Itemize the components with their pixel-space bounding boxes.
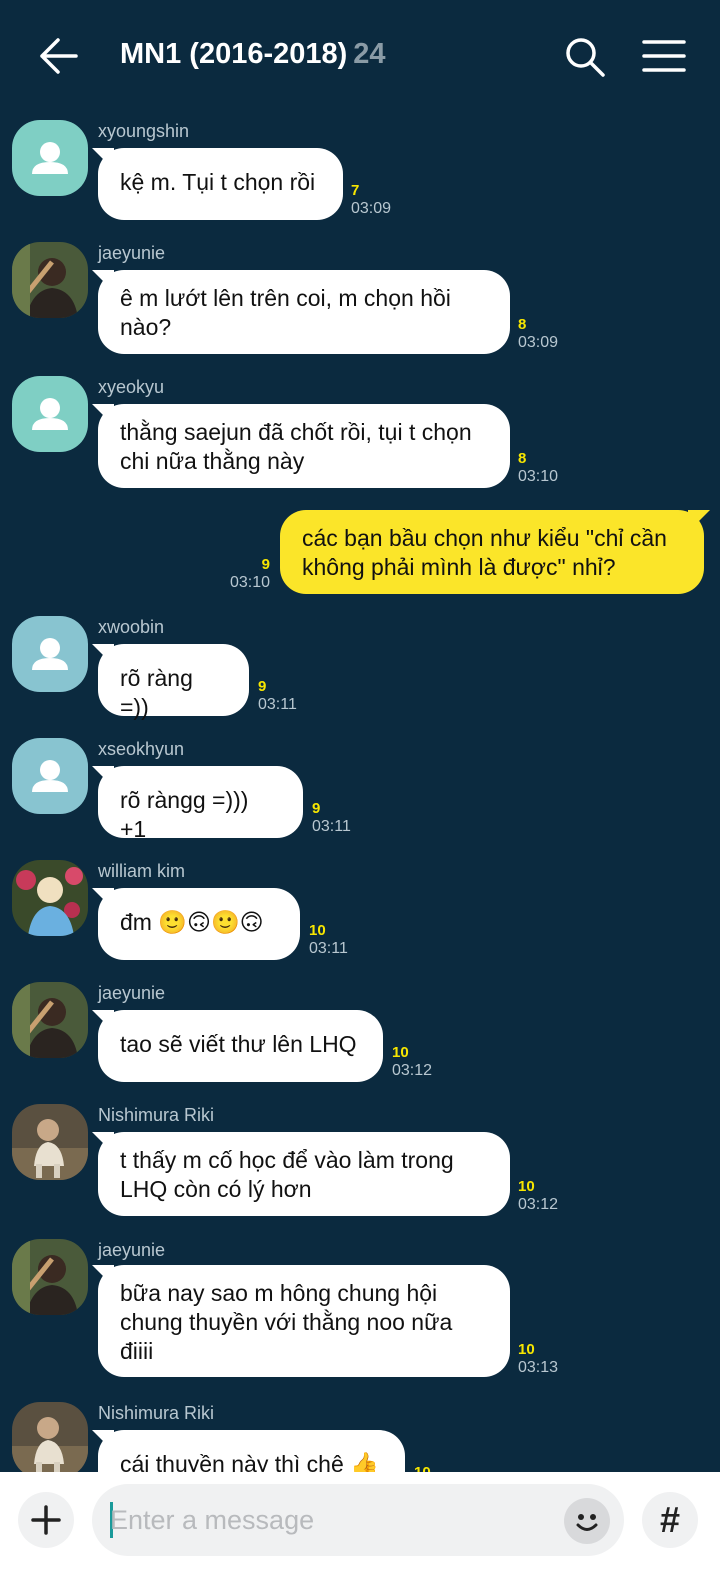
- member-count: 24: [353, 38, 386, 70]
- message-time: 03:09: [351, 200, 392, 217]
- message-meta: 8 03:09: [518, 316, 558, 352]
- message-time: 03:12: [392, 1062, 433, 1079]
- message-time: 03:12: [518, 1196, 559, 1213]
- message-row: xwoobin rõ ràng =)) 9 03:11: [0, 614, 720, 724]
- plus-icon[interactable]: [18, 1492, 74, 1548]
- message-time: 03:10: [229, 574, 270, 591]
- message-meta: 10 03:13: [518, 1341, 558, 1377]
- avatar[interactable]: [12, 242, 88, 318]
- avatar[interactable]: [12, 982, 88, 1058]
- message-meta: 10: [414, 1464, 431, 1472]
- message-list[interactable]: xyoungshin kệ m. Tụi t chọn rồi 7 03:09 …: [0, 112, 720, 1472]
- unread-count: 10: [518, 1178, 535, 1195]
- message-row: Nishimura Riki t thấy m cố học để vào là…: [0, 1102, 720, 1222]
- unread-count: 10: [414, 1464, 431, 1472]
- sender-name: xyeokyu: [98, 377, 165, 397]
- message-meta: 9 03:11: [312, 800, 351, 836]
- message-bubble[interactable]: tao sẽ viết thư lên LHQ: [98, 1010, 383, 1082]
- unread-count: 8: [518, 316, 527, 333]
- unread-count: 10: [518, 1341, 535, 1358]
- message-time: 03:11: [258, 696, 297, 713]
- message-time: 03:09: [518, 334, 559, 351]
- avatar[interactable]: [12, 1104, 88, 1180]
- sender-name: jaeyunie: [98, 983, 166, 1003]
- message-row: xyeokyu thằng saejun đã chốt rồi, tụi t …: [0, 374, 720, 494]
- avatar[interactable]: [12, 376, 88, 452]
- avatar[interactable]: [12, 738, 88, 814]
- message-row: xyoungshin kệ m. Tụi t chọn rồi 7 03:09: [0, 118, 720, 228]
- message-meta: 9 03:11: [258, 678, 297, 714]
- message-bubble-mine[interactable]: các bạn bầu chọn như kiểu "chỉ cần không…: [280, 510, 704, 594]
- message-row: jaeyunie bữa nay sao m hông chung hội ch…: [0, 1237, 720, 1387]
- message-row: jaeyunie tao sẽ viết thư lên LHQ 10 03:1…: [0, 980, 720, 1090]
- message-bubble[interactable]: đm 🙂🙃🙂🙃: [98, 888, 300, 960]
- unread-count: 7: [351, 182, 360, 199]
- unread-count: 8: [518, 450, 527, 467]
- unread-count: 9: [258, 678, 267, 695]
- message-meta: 9 03:10: [226, 556, 270, 592]
- chat-header: MN1 (2016-2018) 24: [0, 0, 720, 112]
- message-row-mine: các bạn bầu chọn như kiểu "chỉ cần không…: [0, 510, 720, 600]
- message-meta: 10 03:12: [518, 1178, 558, 1214]
- message-row: Nishimura Riki cái thuyền này thì chê 👍 …: [0, 1400, 720, 1472]
- message-bubble[interactable]: ê m lướt lên trên coi, m chọn hồi nào?: [98, 270, 510, 354]
- unread-count: 10: [309, 922, 326, 939]
- unread-count: 9: [312, 800, 321, 817]
- message-row: xseokhyun rõ ràngg =))) +1 9 03:11: [0, 736, 720, 846]
- unread-count: 10: [392, 1044, 409, 1061]
- message-time: 03:11: [312, 818, 351, 835]
- message-composer: #: [0, 1472, 720, 1569]
- message-bubble[interactable]: kệ m. Tụi t chọn rồi: [98, 148, 343, 220]
- sender-name: xwoobin: [98, 617, 165, 637]
- sender-name: xyoungshin: [98, 121, 190, 141]
- message-meta: 10 03:12: [392, 1044, 432, 1080]
- menu-icon[interactable]: [642, 38, 686, 74]
- sender-name: Nishimura Riki: [98, 1105, 215, 1125]
- message-row: jaeyunie ê m lướt lên trên coi, m chọn h…: [0, 240, 720, 360]
- sender-name: jaeyunie: [98, 243, 166, 263]
- message-input-wrapper: [92, 1484, 624, 1556]
- message-time: 03:11: [309, 940, 348, 957]
- message-bubble[interactable]: cái thuyền này thì chê 👍: [98, 1430, 405, 1472]
- message-bubble[interactable]: rõ ràng =)): [98, 644, 249, 720]
- message-input[interactable]: [110, 1498, 550, 1542]
- chat-title-text: MN1 (2016-2018): [120, 38, 348, 70]
- back-arrow-icon[interactable]: [36, 36, 80, 76]
- message-bubble[interactable]: rõ ràngg =))) +1: [98, 766, 303, 842]
- avatar[interactable]: [12, 1239, 88, 1315]
- message-time: 03:10: [518, 468, 559, 485]
- sender-name: william kim: [98, 861, 185, 881]
- sender-name: Nishimura Riki: [98, 1403, 215, 1423]
- sender-name: xseokhyun: [98, 739, 185, 759]
- hashtag-icon[interactable]: #: [642, 1492, 698, 1548]
- message-time: 03:13: [518, 1359, 559, 1376]
- unread-count: 9: [261, 556, 270, 573]
- search-icon[interactable]: [564, 36, 606, 78]
- chat-title: MN1 (2016-2018) 24: [120, 38, 386, 71]
- sender-name: jaeyunie: [98, 1240, 166, 1260]
- message-meta: 8 03:10: [518, 450, 558, 486]
- avatar[interactable]: [12, 1402, 88, 1472]
- message-bubble[interactable]: t thấy m cố học để vào làm trong LHQ còn…: [98, 1132, 510, 1216]
- message-row: william kim đm 🙂🙃🙂🙃 10 03:11: [0, 858, 720, 968]
- message-meta: 10 03:11: [309, 922, 348, 958]
- avatar[interactable]: [12, 616, 88, 692]
- emoji-icon[interactable]: [564, 1498, 610, 1544]
- message-bubble[interactable]: thằng saejun đã chốt rồi, tụi t chọn chi…: [98, 404, 510, 488]
- avatar[interactable]: [12, 120, 88, 196]
- avatar[interactable]: [12, 860, 88, 936]
- message-bubble[interactable]: bữa nay sao m hông chung hội chung thuyề…: [98, 1265, 510, 1377]
- message-meta: 7 03:09: [351, 182, 391, 218]
